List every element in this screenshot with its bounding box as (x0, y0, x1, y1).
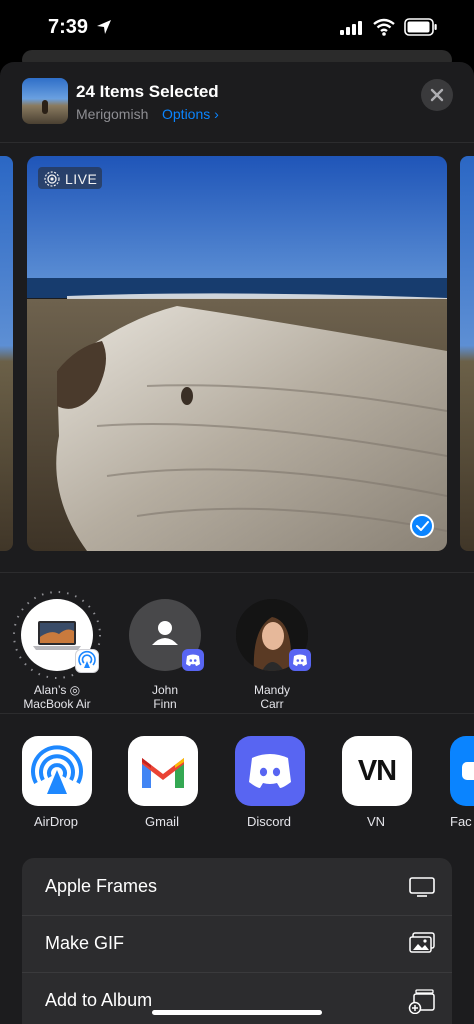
action-label: Apple Frames (45, 876, 158, 896)
person-macbook-air[interactable]: Alan’s ◎ MacBook Air (7, 589, 107, 711)
person-john-finn[interactable]: John Finn (115, 589, 215, 711)
status-bar: 7:39 (0, 0, 474, 56)
airdrop-icon (75, 649, 99, 673)
photos-stack-icon (409, 932, 435, 953)
people-suggestions-row: Alan’s ◎ MacBook Air John Finn Mandy Carr (0, 572, 474, 714)
action-add-to-album[interactable]: Add to Album (22, 972, 452, 1024)
share-sheet: 24 Items Selected Merigomish Options › L… (0, 62, 474, 1024)
wifi-icon (373, 18, 395, 36)
app-vn[interactable]: VN VN (336, 736, 416, 836)
home-indicator[interactable] (152, 1010, 322, 1015)
action-apple-frames[interactable]: Apple Frames (22, 858, 452, 916)
close-button[interactable] (421, 79, 453, 111)
app-label: Gmail (145, 814, 179, 829)
next-photo[interactable] (460, 156, 474, 551)
person-label: John Finn (151, 683, 179, 711)
options-link[interactable]: Options › (162, 106, 219, 122)
app-label: Fac (450, 814, 472, 829)
live-label: LIVE (65, 171, 98, 187)
battery-icon (404, 18, 437, 36)
person-label: Alan’s ◎ MacBook Air (23, 683, 91, 711)
driftwood-beach-photo (27, 156, 447, 551)
add-to-album-icon (408, 989, 435, 1014)
location-subtitle: Merigomish (76, 106, 149, 122)
app-facetime[interactable]: Fac (444, 736, 474, 836)
live-photo-icon (44, 171, 60, 187)
selection-title: 24 Items Selected (76, 82, 219, 101)
app-discord[interactable]: Discord (229, 736, 309, 836)
app-label: AirDrop (33, 814, 79, 829)
discord-icon (289, 649, 311, 671)
app-label: VN (366, 814, 386, 829)
action-label: Make GIF (45, 933, 125, 953)
photo-preview[interactable]: LIVE (27, 156, 447, 551)
gmail-icon (128, 736, 198, 806)
person-mandy-carr[interactable]: Mandy Carr (222, 589, 322, 711)
cellular-signal-icon (340, 21, 362, 35)
status-time: 7:39 (48, 16, 89, 38)
app-airdrop[interactable]: AirDrop (16, 736, 96, 836)
airdrop-icon (22, 736, 92, 806)
discord-icon (182, 649, 204, 671)
app-label: Discord (246, 814, 292, 829)
selection-thumbnail (22, 78, 68, 124)
app-gmail[interactable]: Gmail (122, 736, 202, 836)
action-label: Add to Album (45, 990, 153, 1010)
discord-icon (235, 736, 305, 806)
close-icon (430, 88, 444, 102)
checkmark-icon (416, 521, 429, 531)
vn-icon: VN (342, 736, 412, 806)
photo-carousel[interactable]: LIVE (0, 142, 474, 562)
previous-photo[interactable] (0, 156, 13, 551)
action-make-gif[interactable]: Make GIF (22, 915, 452, 973)
display-icon (409, 877, 435, 897)
selected-checkmark[interactable] (410, 514, 434, 538)
actions-list: Apple Frames Make GIF Add to Album (22, 858, 452, 1024)
location-arrow-icon (97, 20, 111, 34)
apps-row: AirDrop Gmail Discord VN VN Fac (0, 712, 474, 842)
person-label: Mandy Carr (253, 683, 291, 711)
live-photo-badge: LIVE (38, 167, 102, 189)
facetime-icon (450, 736, 474, 806)
share-sheet-header: 24 Items Selected Merigomish Options › (0, 62, 474, 143)
